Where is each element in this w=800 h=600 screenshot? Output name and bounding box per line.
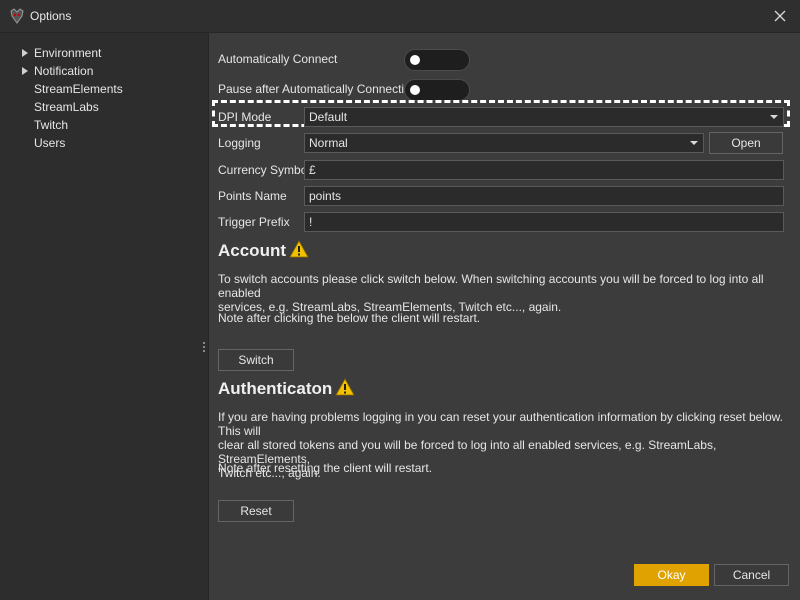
account-text-line: To switch accounts please click switch b… <box>218 272 764 300</box>
account-heading: Account <box>218 240 309 261</box>
switch-button[interactable]: Switch <box>218 349 294 371</box>
auto-connect-label: Automatically Connect <box>218 52 338 66</box>
currency-symbol-label: Currency Symbol <box>218 163 311 177</box>
account-heading-text: Account <box>218 241 286 260</box>
logging-value: Normal <box>309 136 348 150</box>
logging-select[interactable]: Normal <box>304 133 704 153</box>
warning-icon <box>335 378 355 396</box>
toggle-knob <box>410 85 420 95</box>
dpi-mode-select[interactable]: Default <box>304 107 784 127</box>
trigger-prefix-input[interactable]: ! <box>304 212 784 232</box>
expand-arrow-icon[interactable] <box>22 49 28 57</box>
account-description: To switch accounts please click switch b… <box>218 272 788 314</box>
logging-label: Logging <box>218 136 261 150</box>
authentication-heading-text: Authenticaton <box>218 379 333 398</box>
auto-connect-toggle[interactable] <box>404 49 470 71</box>
window-title: Options <box>30 9 72 23</box>
currency-symbol-input[interactable]: £ <box>304 160 784 180</box>
app-logo-icon <box>10 8 24 24</box>
authentication-heading: Authenticaton <box>218 378 355 399</box>
dpi-mode-label: DPI Mode <box>218 110 272 124</box>
close-icon[interactable] <box>770 6 790 26</box>
title-bar[interactable]: Options <box>0 0 800 33</box>
pause-after-toggle[interactable] <box>404 79 470 101</box>
sidebar-item-notification[interactable]: Notification <box>34 63 93 79</box>
chevron-down-icon <box>770 115 778 119</box>
okay-button[interactable]: Okay <box>634 564 709 586</box>
dpi-mode-value: Default <box>309 110 348 124</box>
reset-button[interactable]: Reset <box>218 500 294 522</box>
splitter-grip[interactable] <box>203 342 206 356</box>
pause-after-label: Pause after Automatically Connecting <box>218 82 418 96</box>
chevron-down-icon <box>690 141 698 145</box>
sidebar-item-streamlabs[interactable]: StreamLabs <box>34 99 99 115</box>
sidebar-item-users[interactable]: Users <box>34 135 65 151</box>
sidebar-item-twitch[interactable]: Twitch <box>34 117 68 133</box>
authentication-note: Note after resetting the client will res… <box>218 461 433 475</box>
authentication-text-line: If you are having problems logging in yo… <box>218 410 783 438</box>
options-window: Options Environment Notification StreamE… <box>0 0 800 600</box>
settings-tree: Environment Notification StreamElements … <box>0 33 209 600</box>
sidebar-item-environment[interactable]: Environment <box>34 45 101 61</box>
sidebar-item-streamelements[interactable]: StreamElements <box>34 81 123 97</box>
expand-arrow-icon[interactable] <box>22 67 28 75</box>
warning-icon <box>289 240 309 258</box>
settings-panel: Automatically Connect Pause after Automa… <box>209 33 800 600</box>
account-note: Note after clicking the below the client… <box>218 311 481 325</box>
open-log-button[interactable]: Open <box>709 132 783 154</box>
trigger-prefix-label: Trigger Prefix <box>218 215 290 229</box>
points-name-label: Points Name <box>218 189 287 203</box>
points-name-input[interactable]: points <box>304 186 784 206</box>
toggle-knob <box>410 55 420 65</box>
cancel-button[interactable]: Cancel <box>714 564 789 586</box>
